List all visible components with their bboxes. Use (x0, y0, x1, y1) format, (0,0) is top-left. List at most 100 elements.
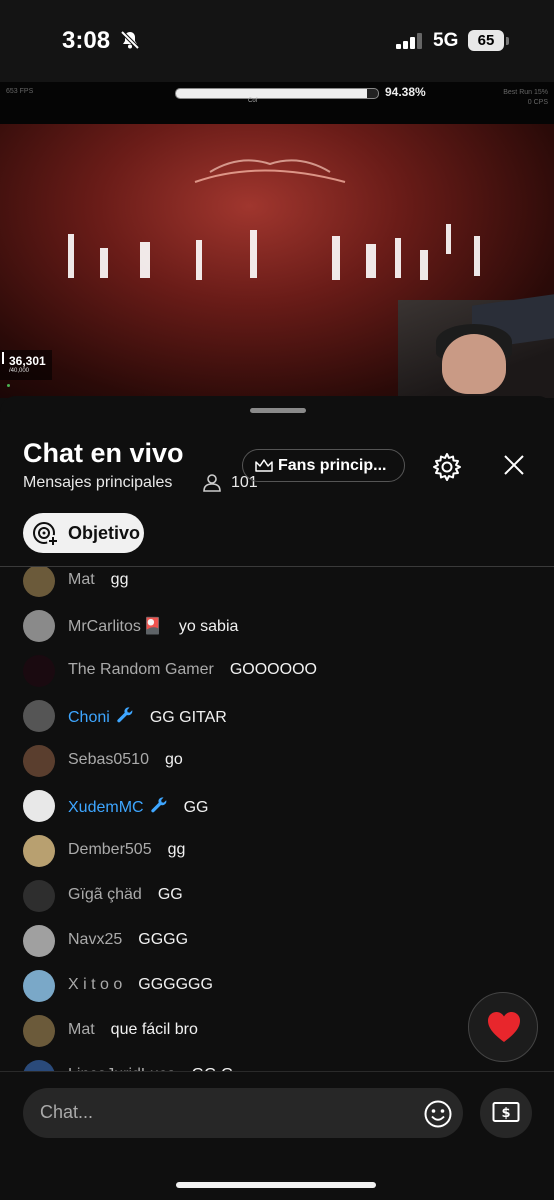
avatar[interactable] (23, 1060, 55, 1071)
close-icon[interactable] (503, 454, 525, 476)
counter-sub: /40,000 (9, 368, 30, 374)
status-bar: 3:08 5G 65 (0, 0, 554, 82)
hud-progress-fill (176, 89, 367, 98)
signal-icon (396, 33, 422, 49)
avatar[interactable] (23, 835, 55, 867)
message-text: GG (157, 886, 183, 903)
network-label: 5G (433, 30, 459, 51)
message-body: Navx25 GGGG (68, 931, 188, 949)
emoji-icon[interactable] (423, 1099, 453, 1129)
hud-label: Cof (248, 98, 258, 104)
heart-icon (488, 1012, 520, 1042)
person-icon (203, 474, 221, 492)
bell-muted-icon (120, 30, 140, 50)
message-author[interactable]: Mat (68, 571, 95, 588)
super-chat-button[interactable]: $ (480, 1088, 532, 1138)
counter-main: 36,301 (9, 354, 46, 368)
hud-stat: Best Run 15% (503, 89, 548, 96)
avatar[interactable] (23, 745, 55, 777)
message-body: Gïgã çhäd GG (68, 886, 183, 904)
avatar[interactable] (23, 610, 55, 642)
message-author[interactable]: Dember505 (68, 841, 152, 858)
battery-indicator: 65 (468, 30, 504, 51)
chat-message[interactable]: Navx25 GGGG (0, 923, 554, 959)
goal-button[interactable]: Objetivo (23, 513, 144, 553)
message-body: Mat gg (68, 571, 128, 589)
avatar[interactable] (23, 567, 55, 597)
message-text: GGGGGG (138, 976, 213, 993)
goal-label: Objetivo (68, 523, 141, 543)
message-text: GG GITAR (149, 709, 227, 726)
message-body: Choni GG GITAR (68, 706, 227, 727)
message-author[interactable]: Choni (68, 707, 134, 726)
message-text: GOOOOOO (229, 661, 317, 678)
drag-handle[interactable] (250, 408, 306, 413)
message-author[interactable]: X i t o o (68, 976, 122, 993)
avatar[interactable] (23, 880, 55, 912)
chat-message[interactable]: Mat gg (0, 567, 554, 599)
hud-percent: 94.38% (385, 85, 426, 99)
chat-message[interactable]: Choni GG GITAR (0, 698, 554, 734)
chat-mode-selector[interactable]: Mensajes principales (23, 474, 172, 492)
chat-title: Chat en vivo (23, 438, 184, 468)
avatar[interactable] (23, 1015, 55, 1047)
message-text: gg (110, 571, 129, 588)
message-text: GGGG (138, 931, 189, 948)
message-text: gg (167, 841, 186, 858)
message-body: Sebas0510 go (68, 751, 183, 769)
avatar[interactable] (23, 925, 55, 957)
message-body: XudemMC GG (68, 796, 208, 817)
divider (0, 1071, 554, 1072)
message-author[interactable]: Navx25 (68, 931, 122, 948)
reaction-button[interactable] (468, 992, 538, 1062)
avatar[interactable] (23, 700, 55, 732)
home-indicator[interactable] (176, 1182, 376, 1188)
top-fans-label: Fans princip... (278, 457, 387, 474)
message-text: go (164, 751, 183, 768)
chat-message[interactable]: XudemMC GG (0, 788, 554, 824)
message-body: Dember505 gg (68, 841, 185, 859)
message-body: X i t o o GGGGGG (68, 976, 213, 994)
message-body: Mat que fácil bro (68, 1021, 198, 1039)
money-icon: $ (492, 1102, 520, 1122)
game-hud: 653 FPS Cof 94.38% Best Run 15% 0 CPS (0, 82, 554, 124)
game-scene (0, 124, 554, 398)
webcam-person (442, 334, 506, 394)
moderator-wrench-icon (150, 797, 166, 813)
chat-message[interactable]: MrCarlitos 🎴 yo sabia (0, 608, 554, 644)
message-body: The Random Gamer GOOOOOO (68, 661, 317, 679)
chat-message[interactable]: Gïgã çhäd GG (0, 878, 554, 914)
video-player[interactable]: 653 FPS Cof 94.38% Best Run 15% 0 CPS 36… (0, 82, 554, 398)
chat-message[interactable]: Sebas0510 go (0, 743, 554, 779)
hud-stat: 0 CPS (527, 99, 548, 106)
message-author[interactable]: Sebas0510 (68, 751, 149, 768)
message-author[interactable]: Mat (68, 1021, 95, 1038)
avatar[interactable] (23, 970, 55, 1002)
chat-message-list[interactable]: Mat gg MrCarlitos 🎴 yo sabia The Random Gamer… (0, 567, 554, 1071)
top-fans-button[interactable]: Fans princip... (242, 449, 405, 482)
battery-cap (506, 37, 509, 45)
message-author[interactable]: The Random Gamer (68, 661, 214, 678)
chat-message[interactable]: LinceJuridLucaGG G (0, 1058, 554, 1071)
chat-message[interactable]: Dember505 gg (0, 833, 554, 869)
hud-stats: Best Run 15% 0 CPS (503, 88, 548, 108)
avatar[interactable] (23, 655, 55, 687)
live-chat-panel: Chat en vivo Mensajes principales 101 Fa… (0, 396, 554, 1200)
author-badge-icon: 🎴 (142, 618, 163, 635)
message-text: GG (183, 799, 209, 816)
gear-icon[interactable] (432, 452, 462, 482)
chat-input[interactable]: Chat... (23, 1088, 463, 1138)
avatar[interactable] (23, 790, 55, 822)
hud-fps: 653 FPS (6, 88, 34, 95)
counter-marker (2, 352, 4, 364)
chat-message[interactable]: The Random Gamer GOOOOOO (0, 653, 554, 689)
message-body: MrCarlitos 🎴 yo sabia (68, 616, 238, 636)
message-author[interactable]: MrCarlitos 🎴 (68, 618, 163, 635)
chat-message[interactable]: X i t o o GGGGGG (0, 968, 554, 1004)
message-text: que fácil bro (110, 1021, 198, 1038)
message-author[interactable]: Gïgã çhäd (68, 886, 142, 903)
hud-progress-bar (175, 88, 379, 99)
message-author[interactable]: XudemMC (68, 797, 168, 816)
goal-target-icon (33, 522, 59, 547)
svg-text:$: $ (501, 1106, 510, 1121)
